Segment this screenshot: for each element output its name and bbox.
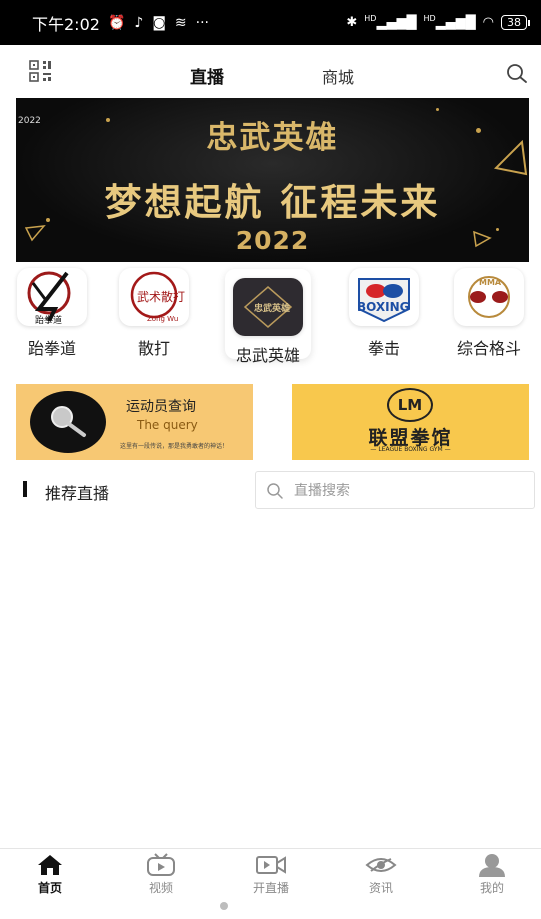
search-icon — [267, 483, 283, 499]
status-bar: 下午2:02 ⏰ ♪ ◙ ≋ ··· ✱ HD▂▄▆█ HD▂▄▆█ ◠ 38 — [0, 0, 541, 45]
gym-english-name: — LEAGUE BOXING GYM — — [370, 446, 451, 453]
bottom-nav: 首页 视频 开直播 资讯 我的 — [0, 848, 541, 905]
recommend-live-title: 推荐直播 — [45, 484, 110, 503]
sanda-logo-icon: 武术散打 Zong Wu — [119, 268, 189, 326]
signal-icon-2: HD▂▄▆█ — [423, 14, 476, 31]
nav-label: 我的 — [479, 881, 504, 895]
magnifier-icon — [30, 391, 106, 453]
nav-label: 首页 — [37, 881, 62, 895]
svg-text:BOXING: BOXING — [357, 300, 410, 314]
nav-profile[interactable]: 我的 — [452, 853, 532, 896]
alarm-icon: ⏰ — [107, 14, 126, 31]
top-nav: 直播 商城 — [0, 45, 541, 97]
gym-logo: LM — [387, 388, 433, 422]
athlete-query-card[interactable]: 运动员查询 The query 这里有一段传说，那是我勇敢者的神话！ — [16, 384, 253, 460]
banner-title: 忠武英雄 — [206, 120, 339, 156]
svg-text:忠武英雄: 忠武英雄 — [254, 302, 290, 314]
live-search-box[interactable] — [255, 471, 535, 509]
category-zhongwu-hero[interactable]: 忠武英雄 忠武英雄 — [225, 269, 311, 365]
nav-go-live[interactable]: 开直播 — [231, 853, 311, 896]
category-label: 综合格斗 — [456, 339, 521, 358]
banner-slogan: 梦想起航 征程未来 — [104, 180, 441, 224]
tab-live[interactable]: 直播 — [170, 63, 244, 88]
signal-icon-1: HD▂▄▆█ — [364, 14, 417, 31]
query-title: 运动员查询 — [126, 399, 196, 415]
qr-scan-icon[interactable] — [29, 60, 53, 82]
category-row: 跆拳道 跆拳道 武术散打 Zong Wu 散打 忠武英雄 忠武英雄 BOXING… — [0, 268, 541, 365]
query-note: 这里有一段传说，那是我勇敢者的神话！ — [120, 443, 229, 450]
notification-icon: ≋ — [174, 14, 187, 31]
live-search-input[interactable] — [292, 480, 526, 502]
nav-news[interactable]: 资讯 — [341, 853, 421, 896]
user-icon — [479, 854, 505, 877]
tiktok-icon: ♪ — [134, 14, 144, 31]
video-camera-icon — [256, 856, 286, 874]
tab-mall[interactable]: 商城 — [303, 64, 373, 88]
category-label: 散打 — [137, 339, 170, 358]
status-right: ✱ HD▂▄▆█ HD▂▄▆█ ◠ 38 — [346, 14, 530, 31]
tv-icon — [147, 853, 175, 876]
gesture-indicator — [220, 902, 228, 910]
status-time: 下午2:02 — [32, 14, 100, 34]
boxing-logo-icon: BOXING — [349, 268, 419, 326]
app-icon: ◙ — [152, 14, 166, 31]
nav-home[interactable]: 首页 — [10, 853, 90, 896]
league-gym-card[interactable]: LM 联盟拳馆 — LEAGUE BOXING GYM — — [292, 384, 529, 460]
nav-label: 视频 — [148, 881, 173, 895]
category-label: 忠武英雄 — [235, 346, 300, 365]
wifi-icon: ◠ — [482, 14, 494, 30]
home-icon — [38, 855, 62, 875]
svg-text:武术散打: 武术散打 — [137, 289, 185, 304]
category-taekwondo[interactable]: 跆拳道 跆拳道 — [9, 268, 95, 358]
banner-year: 2022 — [235, 226, 310, 255]
category-mma[interactable]: MMA 综合格斗 — [446, 268, 532, 358]
section-marker — [23, 481, 27, 497]
svg-text:跆拳道: 跆拳道 — [35, 314, 62, 325]
more-notifications: ··· — [195, 14, 209, 31]
category-sanda[interactable]: 武术散打 Zong Wu 散打 — [111, 268, 197, 358]
category-label: 跆拳道 — [27, 339, 76, 358]
nav-label: 开直播 — [252, 881, 289, 895]
svg-text:MMA: MMA — [479, 278, 502, 287]
category-boxing[interactable]: BOXING 拳击 — [341, 268, 427, 358]
battery-icon: 38 — [501, 14, 530, 30]
nav-video[interactable]: 视频 — [121, 853, 201, 896]
taekwondo-logo-icon: 跆拳道 — [17, 268, 87, 326]
banner[interactable]: 2022 忠武英雄 梦想起航 征程未来 2022 — [16, 98, 529, 262]
news-icon — [365, 858, 397, 872]
svg-text:Zong Wu: Zong Wu — [147, 315, 178, 323]
banner-decor-dot — [436, 108, 439, 111]
nav-label: 资讯 — [368, 881, 393, 895]
category-label: 拳击 — [367, 339, 400, 358]
search-icon[interactable] — [506, 63, 528, 85]
query-subtitle: The query — [137, 418, 198, 432]
mma-logo-icon: MMA — [454, 268, 524, 326]
bluetooth-icon: ✱ — [346, 14, 358, 30]
zhongwu-hero-logo-icon: 忠武英雄 — [233, 278, 303, 336]
